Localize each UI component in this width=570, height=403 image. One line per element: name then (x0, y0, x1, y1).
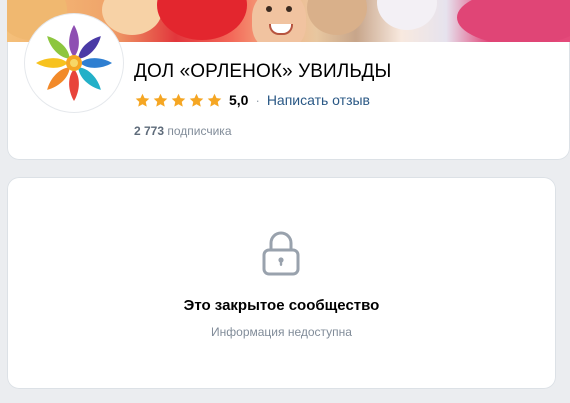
orlenok-logo-icon (36, 25, 112, 101)
star-icon (189, 93, 204, 107)
rating-row: 5,0 · Написать отзыв (134, 91, 370, 109)
subscribers-count[interactable]: 2 773 подписчика (134, 124, 232, 138)
community-avatar[interactable] (28, 17, 120, 109)
closed-community-card: Это закрытое сообщество Информация недос… (7, 177, 556, 389)
write-review-link[interactable]: Написать отзыв (267, 92, 370, 108)
closed-title: Это закрытое сообщество (183, 297, 380, 314)
lock-icon (262, 231, 300, 276)
star-icon (135, 93, 150, 107)
subscribers-label: подписчика (167, 124, 232, 138)
community-header-card: ДОЛ «ОРЛЕНОК» УВИЛЬДЫ 5,0 · Написать отз… (7, 0, 570, 160)
subscribers-number: 2 773 (134, 124, 165, 138)
community-name: ДОЛ «ОРЛЕНОК» УВИЛЬДЫ (134, 61, 392, 82)
closed-subtitle: Информация недоступна (211, 325, 352, 339)
star-icon (171, 93, 186, 107)
cover-child-face (252, 0, 306, 42)
star-icon (153, 93, 168, 107)
separator-dot: · (255, 92, 260, 108)
star-icon (207, 93, 222, 107)
rating-value: 5,0 (229, 92, 249, 108)
rating-stars (134, 92, 223, 109)
